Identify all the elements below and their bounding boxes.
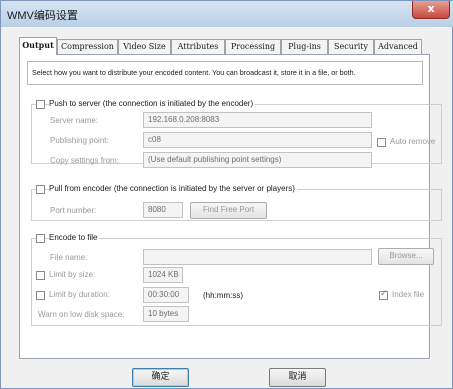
push-checkbox[interactable] <box>36 100 45 109</box>
copy-settings-select[interactable]: (Use default publishing point settings) <box>143 152 372 168</box>
limit-size-checkbox[interactable] <box>36 271 45 280</box>
title-bar[interactable]: WMV编码设置 x <box>1 1 453 27</box>
tab-compression[interactable]: Compression <box>57 39 118 54</box>
ok-button[interactable]: 确定 <box>132 368 189 387</box>
tab-processing[interactable]: Processing <box>225 39 281 54</box>
file-name-input[interactable] <box>143 249 372 265</box>
limit-size-label[interactable]: Limit by size: <box>49 270 95 279</box>
auto-remove-checkbox[interactable] <box>377 138 386 147</box>
limit-size-input[interactable]: 1024 KB <box>143 267 183 283</box>
port-number-input[interactable]: 8080 <box>143 202 183 218</box>
warn-low-disk-input[interactable]: 10 bytes <box>143 306 189 322</box>
duration-format-label: (hh:mm:ss) <box>203 291 243 300</box>
find-free-port-button[interactable]: Find Free Port <box>190 202 267 219</box>
tab-attributes[interactable]: Attributes <box>171 39 225 54</box>
index-file-checkbox[interactable] <box>379 289 388 300</box>
limit-duration-input[interactable]: 00:30:00 <box>143 287 189 303</box>
tab-video-size[interactable]: Video Size <box>118 39 171 54</box>
encode-to-file-checkbox[interactable] <box>36 234 45 243</box>
auto-remove-label[interactable]: Auto remove <box>390 137 435 146</box>
server-name-label: Server name: <box>50 116 99 125</box>
publishing-point-label: Publishing point: <box>50 136 109 145</box>
description-text: Select how you want to distribute your e… <box>32 68 356 77</box>
server-name-input[interactable]: 192.168.0.208:8083 <box>143 112 372 128</box>
limit-duration-label[interactable]: Limit by duration: <box>49 290 110 299</box>
tab-advanced[interactable]: Advanced <box>374 39 422 54</box>
cancel-button[interactable]: 取消 <box>269 368 326 387</box>
pull-label[interactable]: Pull from encoder (the connection is ini… <box>49 184 297 193</box>
limit-duration-checkbox[interactable] <box>36 291 45 300</box>
file-name-label: File name: <box>50 253 88 262</box>
copy-settings-label: Copy settings from: <box>50 156 119 165</box>
description-box: Select how you want to distribute your e… <box>27 61 423 85</box>
pull-checkbox[interactable] <box>36 185 45 194</box>
tab-security[interactable]: Security <box>328 39 374 54</box>
index-file-label[interactable]: Index file <box>392 290 424 299</box>
tab-plug-ins[interactable]: Plug-ins <box>281 39 328 54</box>
close-icon: x <box>427 2 435 15</box>
window-title: WMV编码设置 <box>7 10 78 22</box>
encode-to-file-label[interactable]: Encode to file <box>49 233 100 242</box>
publishing-point-input[interactable]: c08 <box>143 132 372 148</box>
tab-output[interactable]: Output <box>19 37 57 55</box>
warn-low-disk-label: Warn on low disk space: <box>38 310 125 319</box>
close-button[interactable]: x <box>412 1 450 19</box>
browse-button[interactable]: Browse... <box>378 248 434 265</box>
wmv-settings-dialog: WMV编码设置 x Output Compression Video Size … <box>0 0 453 389</box>
push-label[interactable]: Push to server (the connection is initia… <box>49 99 256 108</box>
port-number-label: Port number: <box>50 206 97 215</box>
